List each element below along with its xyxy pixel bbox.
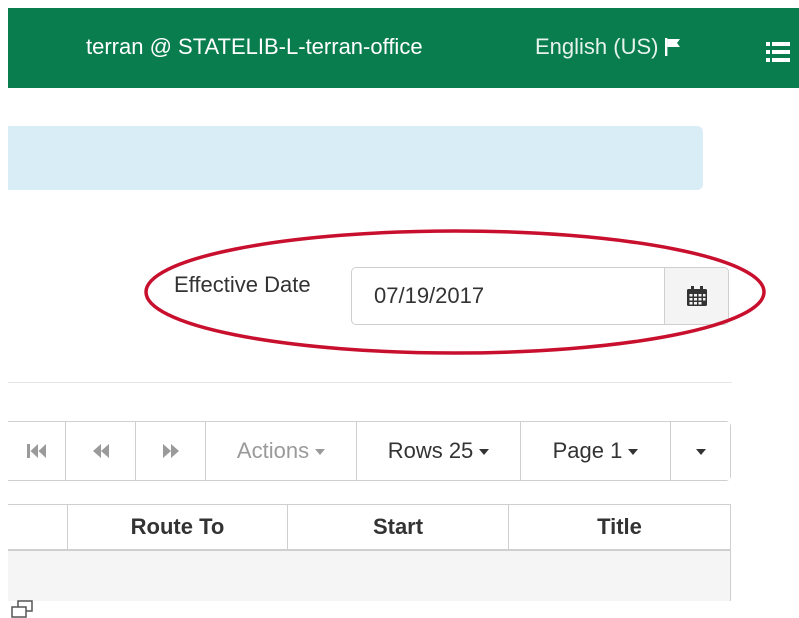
next-page-button[interactable] xyxy=(135,422,205,480)
page-label: Page 1 xyxy=(552,438,623,463)
rows-label: Rows 25 xyxy=(387,438,474,463)
top-navbar: terran @ STATELIB-L-terran-office Englis… xyxy=(8,8,799,88)
calendar-icon xyxy=(686,286,707,306)
table-header-row: Route To Start Title xyxy=(8,505,731,551)
column-header-route-to[interactable]: Route To xyxy=(67,505,287,549)
actions-dropdown[interactable]: Actions xyxy=(205,422,356,480)
actions-label: Actions xyxy=(236,438,310,463)
caret-down-icon xyxy=(315,449,326,455)
rows-dropdown[interactable]: Rows 25 xyxy=(356,422,520,480)
grid-toolbar: Actions Rows 25 Page 1 xyxy=(8,421,731,481)
caret-down-icon xyxy=(628,449,639,455)
caret-down-icon xyxy=(479,449,490,455)
column-header-start[interactable]: Start xyxy=(287,505,508,549)
first-page-icon xyxy=(26,444,46,458)
more-dropdown[interactable] xyxy=(670,422,730,480)
user-context-link[interactable]: terran @ STATELIB-L-terran-office xyxy=(86,34,423,60)
previous-page-icon xyxy=(92,444,109,458)
section-divider xyxy=(8,382,732,383)
first-page-button[interactable] xyxy=(8,422,65,480)
calendar-button[interactable] xyxy=(664,268,728,324)
page-dropdown[interactable]: Page 1 xyxy=(520,422,670,480)
effective-date-input[interactable] xyxy=(352,268,664,324)
next-page-icon xyxy=(162,444,179,458)
results-table: Route To Start Title xyxy=(8,504,731,601)
info-banner xyxy=(8,126,703,190)
language-selector[interactable]: English (US) xyxy=(535,34,682,60)
previous-page-button[interactable] xyxy=(65,422,135,480)
language-label: English (US) xyxy=(535,34,659,59)
expand-icon[interactable] xyxy=(10,600,36,618)
effective-date-label: Effective Date xyxy=(174,272,311,297)
flag-icon xyxy=(665,38,681,56)
caret-down-icon xyxy=(695,449,706,455)
table-row xyxy=(8,551,731,601)
column-header-title[interactable]: Title xyxy=(508,505,731,549)
column-header[interactable] xyxy=(8,505,67,549)
effective-date-group xyxy=(351,267,729,325)
list-icon[interactable] xyxy=(765,40,791,64)
